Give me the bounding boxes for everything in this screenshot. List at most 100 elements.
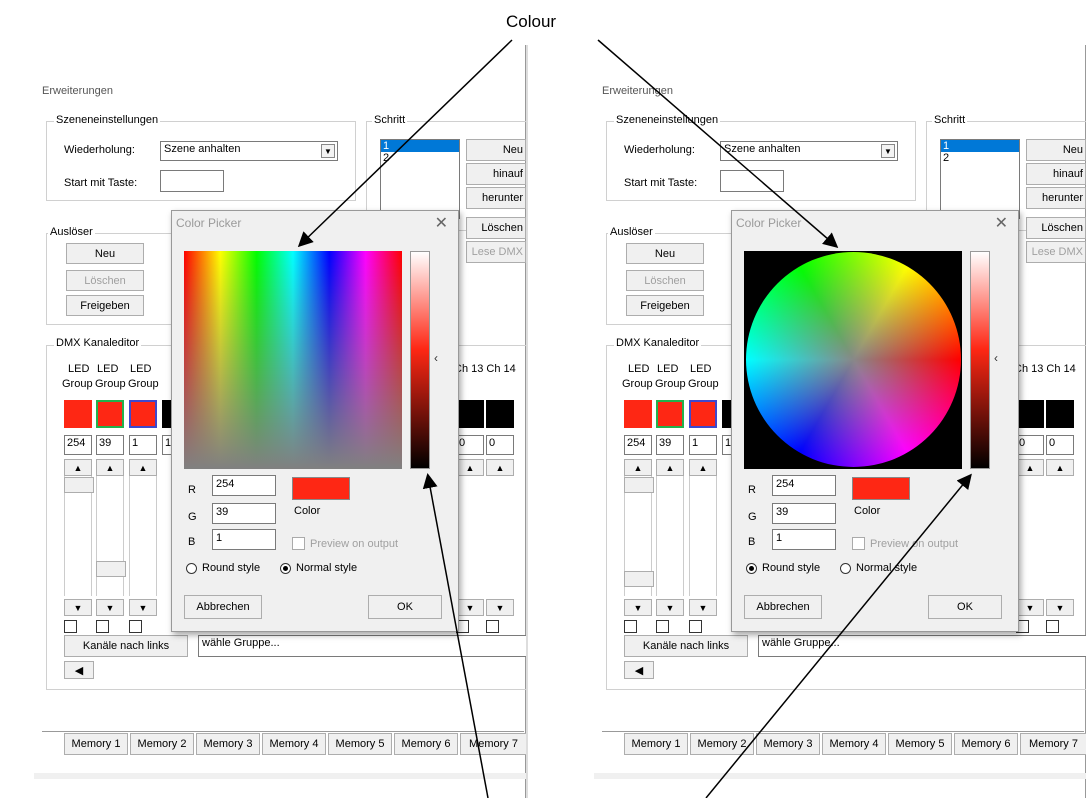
- channel-checkbox[interactable]: [624, 620, 637, 633]
- channel-value-input[interactable]: 0: [486, 435, 514, 455]
- trigger-new-button[interactable]: Neu: [66, 243, 144, 264]
- channel-slider-thumb[interactable]: [624, 571, 654, 587]
- chevron-up-icon[interactable]: ▲: [1046, 459, 1074, 476]
- channel-slider-track[interactable]: [689, 476, 717, 596]
- step-list-item[interactable]: 2: [941, 152, 1019, 164]
- channel-value-input[interactable]: 0: [1016, 435, 1044, 455]
- repeat-select[interactable]: Szene anhalten ▼: [720, 141, 898, 161]
- tab-memory[interactable]: Memory 2: [690, 733, 754, 755]
- g-input[interactable]: 39: [212, 503, 276, 524]
- chevron-left-icon[interactable]: ‹: [994, 351, 998, 365]
- trigger-release-button[interactable]: Freigeben: [66, 295, 144, 316]
- step-list-item[interactable]: 1: [381, 140, 459, 152]
- channel-slider-track[interactable]: [96, 476, 124, 596]
- channel-value-input[interactable]: 254: [624, 435, 652, 455]
- channel-slider-thumb[interactable]: [64, 477, 94, 493]
- tab-memory[interactable]: Memory 1: [624, 733, 688, 755]
- tab-memory[interactable]: Memory 2: [130, 733, 194, 755]
- trigger-new-button[interactable]: Neu: [626, 243, 704, 264]
- channel-checkbox[interactable]: [96, 620, 109, 633]
- step-down-button[interactable]: herunter: [466, 187, 526, 209]
- channel-value-input[interactable]: 0: [456, 435, 484, 455]
- chevron-left-icon[interactable]: ‹: [434, 351, 438, 365]
- channel-value-input[interactable]: 1: [689, 435, 717, 455]
- channel-color-swatch[interactable]: [1016, 400, 1044, 428]
- step-list-item[interactable]: 2: [381, 152, 459, 164]
- group-select[interactable]: wähle Gruppe...: [198, 635, 526, 657]
- channel-checkbox[interactable]: [486, 620, 499, 633]
- trigger-delete-button[interactable]: Löschen: [66, 270, 144, 291]
- step-delete-button[interactable]: Löschen: [466, 217, 526, 239]
- read-dmx-button[interactable]: Lese DMX: [466, 241, 526, 263]
- chevron-down-icon[interactable]: ▼: [1046, 599, 1074, 616]
- normal-style-radio[interactable]: [280, 563, 291, 574]
- channel-color-swatch[interactable]: [64, 400, 92, 428]
- channel-slider-track[interactable]: [656, 476, 684, 596]
- trigger-release-button[interactable]: Freigeben: [626, 295, 704, 316]
- preview-checkbox[interactable]: [852, 537, 865, 550]
- ok-button[interactable]: OK: [368, 595, 442, 619]
- chevron-up-icon[interactable]: ▲: [64, 459, 92, 476]
- chevron-up-icon[interactable]: ▲: [486, 459, 514, 476]
- tab-memory[interactable]: Memory 1: [64, 733, 128, 755]
- chevron-down-icon[interactable]: ▼: [64, 599, 92, 616]
- tab-memory[interactable]: Memory 5: [888, 733, 952, 755]
- chevron-down-icon[interactable]: ▼: [456, 599, 484, 616]
- round-style-radio[interactable]: [186, 563, 197, 574]
- channel-slider-thumb[interactable]: [96, 561, 126, 577]
- start-key-input[interactable]: [720, 170, 784, 192]
- chevron-up-icon[interactable]: ▲: [1016, 459, 1044, 476]
- tab-memory[interactable]: Memory 4: [262, 733, 326, 755]
- trigger-delete-button[interactable]: Löschen: [626, 270, 704, 291]
- r-input[interactable]: 254: [212, 475, 276, 496]
- channel-checkbox[interactable]: [656, 620, 669, 633]
- tab-memory[interactable]: Memory 6: [954, 733, 1018, 755]
- chevron-up-icon[interactable]: ▲: [129, 459, 157, 476]
- normal-style-radio[interactable]: [840, 563, 851, 574]
- channel-value-input[interactable]: 39: [656, 435, 684, 455]
- chevron-down-icon[interactable]: ▼: [689, 599, 717, 616]
- channel-value-input[interactable]: 254: [64, 435, 92, 455]
- chevron-down-icon[interactable]: ▼: [624, 599, 652, 616]
- read-dmx-button[interactable]: Lese DMX: [1026, 241, 1086, 263]
- chevron-down-icon[interactable]: ▼: [96, 599, 124, 616]
- chevron-up-icon[interactable]: ▲: [624, 459, 652, 476]
- channel-color-swatch[interactable]: [656, 400, 684, 428]
- channels-left-button[interactable]: Kanäle nach links: [64, 635, 188, 657]
- color-wheel[interactable]: [746, 252, 961, 467]
- start-key-input[interactable]: [160, 170, 224, 192]
- luminance-slider[interactable]: [970, 251, 990, 469]
- cancel-button[interactable]: Abbrechen: [744, 595, 822, 619]
- step-list-item[interactable]: 1: [941, 140, 1019, 152]
- chevron-down-icon[interactable]: ▼: [486, 599, 514, 616]
- channel-color-swatch[interactable]: [624, 400, 652, 428]
- channel-value-input[interactable]: 1: [129, 435, 157, 455]
- ok-button[interactable]: OK: [928, 595, 1002, 619]
- tab-memory[interactable]: Memory 7: [460, 733, 526, 755]
- step-up-button[interactable]: hinauf: [466, 163, 526, 185]
- tab-memory[interactable]: Memory 3: [756, 733, 820, 755]
- channel-slider-thumb[interactable]: [624, 477, 654, 493]
- step-list[interactable]: 1 2: [380, 139, 460, 219]
- chevron-up-icon[interactable]: ▲: [689, 459, 717, 476]
- channel-color-swatch[interactable]: [456, 400, 484, 428]
- step-up-button[interactable]: hinauf: [1026, 163, 1086, 185]
- step-new-button[interactable]: Neu: [466, 139, 526, 161]
- tab-memory[interactable]: Memory 7: [1020, 733, 1086, 755]
- close-icon[interactable]: ✕: [435, 213, 448, 233]
- step-delete-button[interactable]: Löschen: [1026, 217, 1086, 239]
- step-new-button[interactable]: Neu: [1026, 139, 1086, 161]
- channel-checkbox[interactable]: [689, 620, 702, 633]
- round-style-radio[interactable]: [746, 563, 757, 574]
- step-list[interactable]: 1 2: [940, 139, 1020, 219]
- chevron-up-icon[interactable]: ▲: [96, 459, 124, 476]
- channel-slider-track[interactable]: [64, 476, 92, 596]
- channel-value-input[interactable]: 39: [96, 435, 124, 455]
- channel-checkbox[interactable]: [129, 620, 142, 633]
- close-icon[interactable]: ✕: [995, 213, 1008, 233]
- channel-color-swatch[interactable]: [1046, 400, 1074, 428]
- b-input[interactable]: 1: [772, 529, 836, 550]
- color-wheel-area[interactable]: [744, 251, 962, 469]
- scroll-left-button[interactable]: ◀: [624, 661, 654, 679]
- g-input[interactable]: 39: [772, 503, 836, 524]
